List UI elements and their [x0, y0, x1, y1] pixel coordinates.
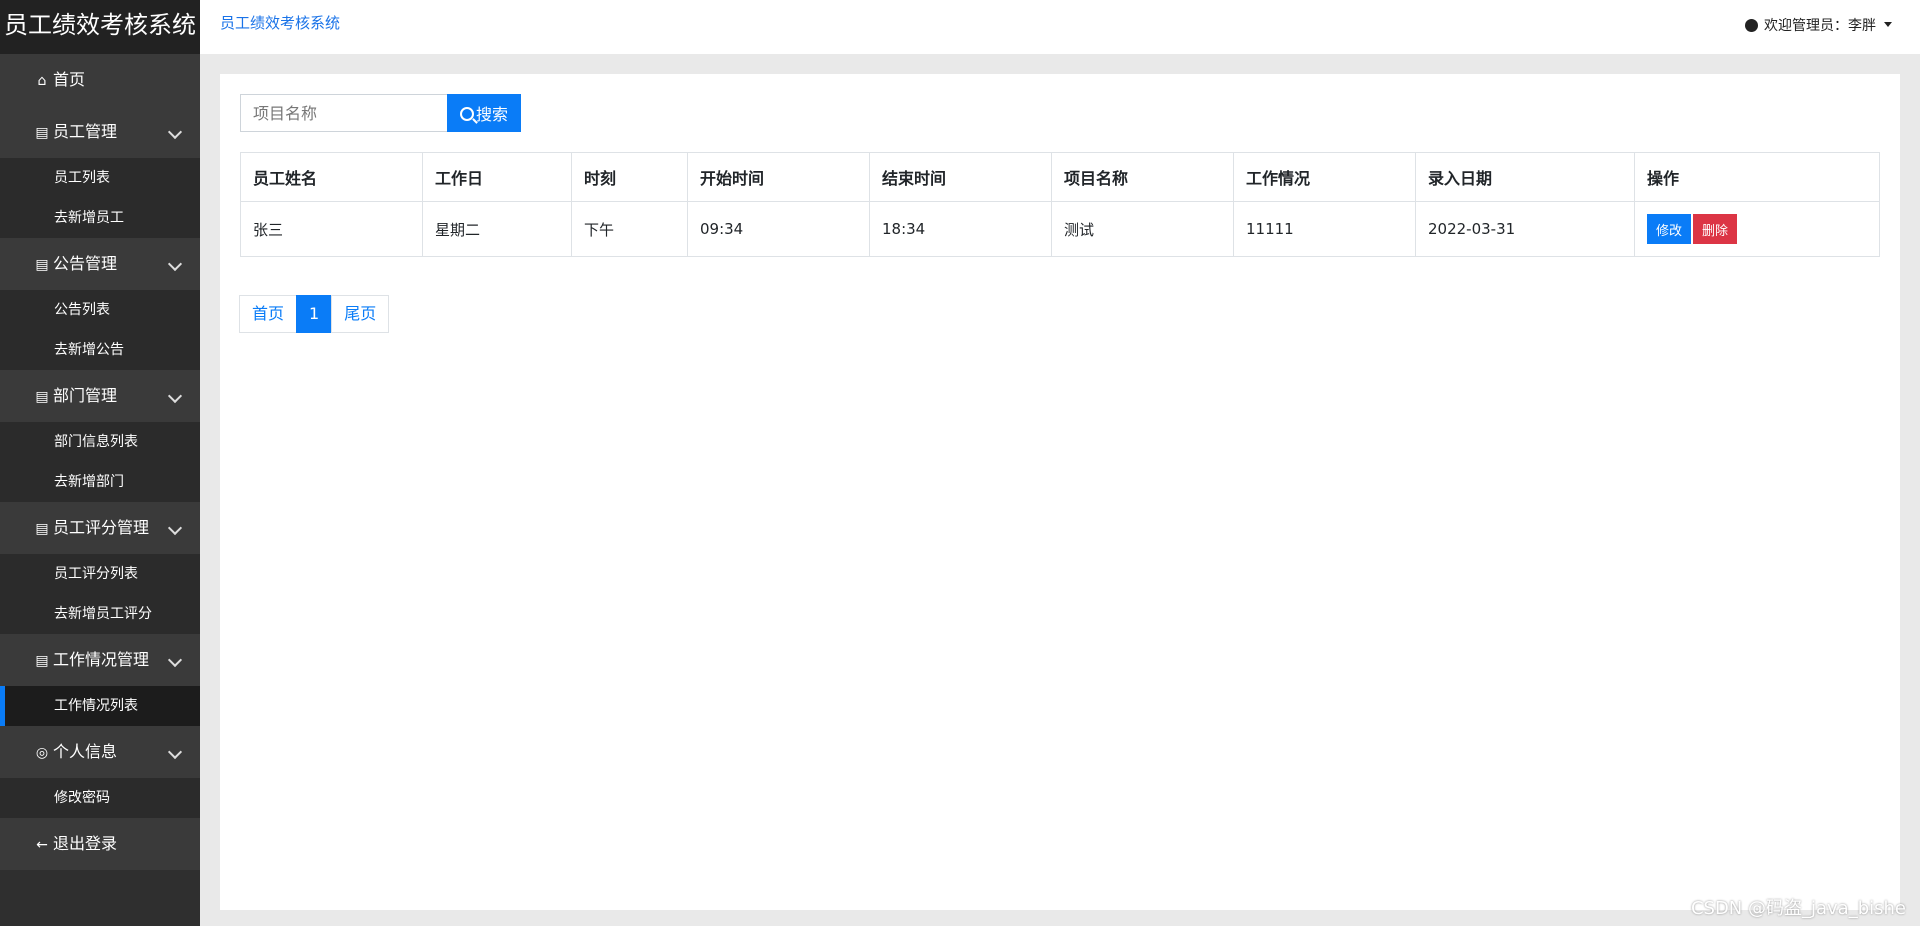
sidebar-group-rating[interactable]: ▤ 员工评分管理 [0, 502, 200, 554]
sidebar-group-label: 个人信息 [53, 742, 118, 761]
sidebar-group-employee[interactable]: ▤ 员工管理 [0, 106, 200, 158]
sidebar-menu: ⌂ 首页 ▤ 员工管理 员工列表 去新增员工 ▤ 公告管理 公告列表 去新增公告 ▤ 部… [0, 54, 200, 870]
column-header: 录入日期 [1415, 152, 1635, 202]
search-icon [459, 107, 474, 121]
table-row: 张三 星期二 下午 09:34 18:34 测试 11111 2022-03-3… [240, 201, 1880, 257]
chevron-down-icon [167, 744, 183, 760]
cell-period: 下午 [571, 201, 688, 257]
breadcrumb[interactable]: 员工绩效考核系统 [220, 12, 340, 33]
column-header: 工作情况 [1233, 152, 1416, 202]
sidebar-item-add-notice[interactable]: 去新增公告 [0, 330, 200, 370]
document-icon: ▤ [35, 257, 49, 273]
cell-end-time: 18:34 [869, 201, 1052, 257]
chevron-down-icon [167, 652, 183, 668]
column-header: 员工姓名 [240, 152, 423, 202]
cell-start-time: 09:34 [687, 201, 870, 257]
sidebar-item-add-rating[interactable]: 去新增员工评分 [0, 594, 200, 634]
pagination: 首页 1 尾页 [239, 295, 390, 333]
sidebar-group-label: 员工管理 [53, 122, 118, 141]
sidebar-group-label: 工作情况管理 [53, 650, 150, 669]
top-bar: 员工绩效考核系统 欢迎管理员：李胖 [200, 0, 1920, 54]
caret-down-icon [1884, 22, 1892, 27]
sidebar-item-label: 首页 [53, 70, 86, 89]
chevron-down-icon [167, 388, 183, 404]
user-menu[interactable]: 欢迎管理员：李胖 [1745, 15, 1892, 35]
document-icon: ▤ [35, 389, 49, 405]
cell-name: 张三 [240, 201, 423, 257]
edit-button[interactable]: 修改 [1647, 214, 1692, 244]
sidebar-item-notice-list[interactable]: 公告列表 [0, 290, 200, 330]
sidebar-group-label: 公告管理 [53, 254, 118, 273]
sidebar-group-label: 员工评分管理 [53, 518, 150, 537]
main-panel: 搜索 员工姓名 工作日 时刻 开始时间 结束时间 项目名称 工作情况 录入日期 … [220, 74, 1900, 910]
sidebar-item-add-department[interactable]: 去新增部门 [0, 462, 200, 502]
sidebar-item-rating-list[interactable]: 员工评分列表 [0, 554, 200, 594]
user-circle-icon: ◎ [35, 745, 49, 761]
sidebar-group-department[interactable]: ▤ 部门管理 [0, 370, 200, 422]
sidebar-group-label: 部门管理 [53, 386, 118, 405]
document-icon: ▤ [35, 125, 49, 141]
pagination-first[interactable]: 首页 [239, 295, 298, 333]
column-header: 项目名称 [1051, 152, 1234, 202]
sidebar-item-work-list[interactable]: 工作情况列表 [0, 686, 200, 726]
work-table: 员工姓名 工作日 时刻 开始时间 结束时间 项目名称 工作情况 录入日期 操作 … [240, 152, 1880, 257]
sidebar-item-employee-list[interactable]: 员工列表 [0, 158, 200, 198]
cell-status: 11111 [1233, 201, 1416, 257]
user-avatar-icon [1745, 19, 1758, 32]
column-header: 开始时间 [687, 152, 870, 202]
search-button-label: 搜索 [475, 105, 508, 124]
sidebar-item-add-employee[interactable]: 去新增员工 [0, 198, 200, 238]
sidebar-item-logout[interactable]: ← 退出登录 [0, 818, 200, 870]
table-header-row: 员工姓名 工作日 时刻 开始时间 结束时间 项目名称 工作情况 录入日期 操作 [240, 152, 1880, 202]
sidebar-group-profile[interactable]: ◎ 个人信息 [0, 726, 200, 778]
app-brand: 员工绩效考核系统 [0, 0, 200, 54]
chevron-down-icon [167, 124, 183, 140]
search-button[interactable]: 搜索 [447, 94, 521, 132]
cell-date: 2022-03-31 [1415, 201, 1635, 257]
sidebar-item-home[interactable]: ⌂ 首页 [0, 54, 200, 106]
sidebar-item-label: 退出登录 [53, 834, 118, 853]
cell-project: 测试 [1051, 201, 1234, 257]
pagination-last[interactable]: 尾页 [331, 295, 390, 333]
document-icon: ▤ [35, 653, 49, 669]
sidebar: 员工绩效考核系统 ⌂ 首页 ▤ 员工管理 员工列表 去新增员工 ▤ 公告管理 公告列表… [0, 0, 200, 926]
sidebar-group-notice[interactable]: ▤ 公告管理 [0, 238, 200, 290]
sidebar-item-department-list[interactable]: 部门信息列表 [0, 422, 200, 462]
pagination-current-page[interactable]: 1 [296, 295, 333, 333]
column-header: 结束时间 [869, 152, 1052, 202]
cell-weekday: 星期二 [422, 201, 572, 257]
user-greeting: 欢迎管理员：李胖 [1764, 18, 1876, 34]
column-header: 操作 [1634, 152, 1880, 202]
search-input[interactable] [240, 94, 447, 132]
column-header: 时刻 [571, 152, 688, 202]
sidebar-group-work[interactable]: ▤ 工作情况管理 [0, 634, 200, 686]
chevron-down-icon [167, 256, 183, 272]
arrow-left-icon: ← [36, 837, 48, 853]
document-icon: ▤ [35, 521, 49, 537]
chevron-down-icon [167, 520, 183, 536]
home-icon: ⌂ [37, 73, 47, 89]
watermark: CSDN @码盗_java_bishe [1690, 898, 1906, 919]
delete-button[interactable]: 删除 [1693, 214, 1738, 244]
column-header: 工作日 [422, 152, 572, 202]
sidebar-item-change-password[interactable]: 修改密码 [0, 778, 200, 818]
cell-actions: 修改 删除 [1634, 201, 1880, 257]
